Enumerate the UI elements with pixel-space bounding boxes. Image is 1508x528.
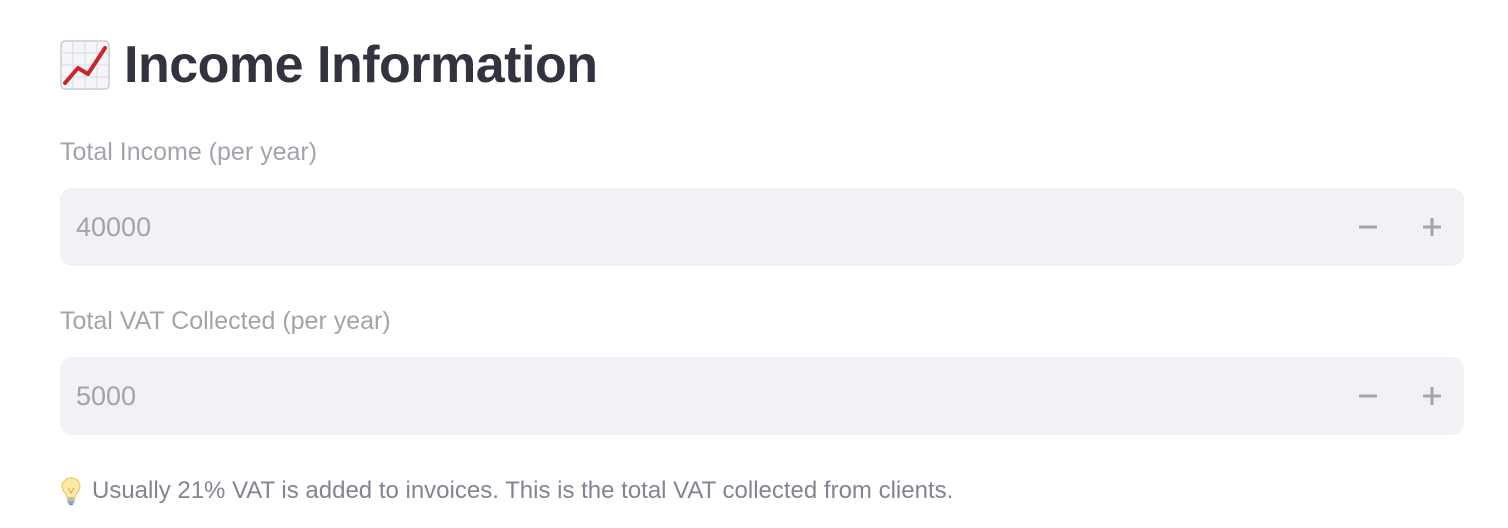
minus-icon [1359, 394, 1377, 398]
total-income-input-container [60, 188, 1464, 266]
total-vat-label: Total VAT Collected (per year) [60, 307, 391, 335]
total-income-increment-button[interactable] [1400, 188, 1464, 266]
total-vat-input-container [60, 357, 1464, 435]
total-income-decrement-button[interactable] [1336, 188, 1400, 266]
vat-hint-caption: Usually 21% VAT is added to invoices. Th… [60, 474, 953, 508]
total-income-label: Total Income (per year) [60, 138, 318, 166]
total-income-input[interactable] [60, 210, 1336, 244]
section-title: Income Information [124, 36, 598, 94]
total-vat-decrement-button[interactable] [1336, 357, 1400, 435]
total-vat-increment-button[interactable] [1400, 357, 1464, 435]
chart-increasing-icon [60, 38, 110, 92]
vat-hint-text: Usually 21% VAT is added to invoices. Th… [92, 477, 954, 504]
total-vat-input[interactable] [60, 379, 1336, 413]
section-heading: Income Information [60, 30, 598, 100]
plus-icon [1423, 387, 1441, 405]
light-bulb-icon [60, 476, 82, 506]
minus-icon [1359, 225, 1377, 229]
plus-icon [1423, 218, 1441, 236]
